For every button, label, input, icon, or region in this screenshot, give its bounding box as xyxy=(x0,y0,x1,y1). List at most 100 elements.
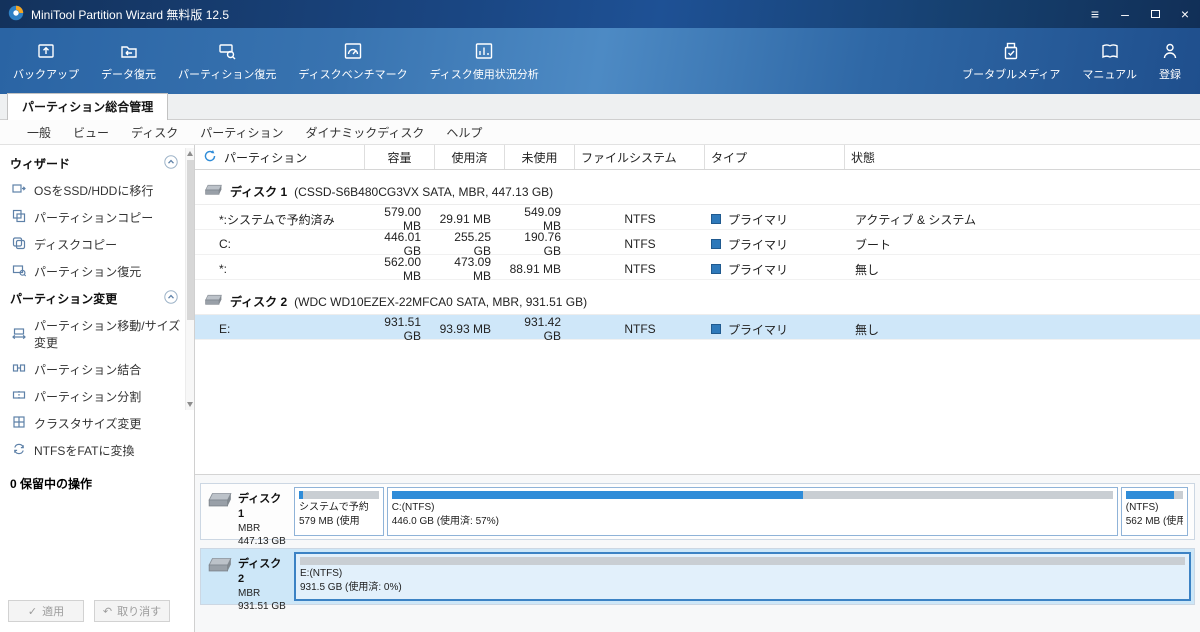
cell-filesystem: NTFS xyxy=(624,262,656,276)
refresh-icon[interactable] xyxy=(203,149,217,166)
menu-icon[interactable]: ≡ xyxy=(1080,0,1110,28)
toolbar-right-group: ブータブルメディア マニュアル 登録 xyxy=(951,28,1192,94)
sidebar: ウィザード OSをSSD/HDDに移行 パーティションコピー ディスクコピー パ… xyxy=(0,145,195,632)
partition-table: ディスク 1 (CSSD-S6B480CG3VX SATA, MBR, 447.… xyxy=(195,170,1200,474)
partition-row-unlabeled[interactable]: *: 562.00 MB 473.09 MB 88.91 MB NTFS プライ… xyxy=(195,255,1200,283)
toolbar-label: ディスクベンチマーク xyxy=(298,68,408,81)
sidebar-section-wizard[interactable]: ウィザード xyxy=(0,150,194,177)
partition-recovery-small-icon xyxy=(12,263,27,280)
tab-partition-management[interactable]: パーティション総合管理 xyxy=(7,93,169,120)
menu-partition[interactable]: パーティション xyxy=(189,124,294,141)
sidebar-item-partition-recovery[interactable]: パーティション復元 xyxy=(0,258,194,285)
sidebar-item-move-resize[interactable]: パーティション移動/サイズ変更 xyxy=(0,312,194,356)
cell-used: 473.09 MB xyxy=(454,255,491,283)
minimize-icon[interactable]: – xyxy=(1110,0,1140,28)
toolbar-backup-button[interactable]: バックアップ xyxy=(2,28,90,94)
convert-ntfs-fat-icon xyxy=(12,442,26,459)
cell-filesystem: NTFS xyxy=(624,212,656,226)
cell-status: 無し xyxy=(855,262,880,277)
cluster-size-icon xyxy=(12,415,26,432)
toolbar-label: パーティション復元 xyxy=(178,68,277,81)
cell-partition: E: xyxy=(219,322,231,336)
cell-unused: 88.91 MB xyxy=(509,262,561,276)
sidebar-item-label: パーティション復元 xyxy=(34,265,142,279)
titlebar: MiniTool Partition Wizard 無料版 12.5 ≡ – × xyxy=(0,0,1200,28)
toolbar-data-recovery-button[interactable]: データ復元 xyxy=(90,28,167,94)
cell-used: 255.25 GB xyxy=(454,230,491,258)
toolbar-bootable-media-button[interactable]: ブータブルメディア xyxy=(951,28,1071,94)
sidebar-item-migrate-os[interactable]: OSをSSD/HDDに移行 xyxy=(0,177,194,204)
toolbar-manual-button[interactable]: マニュアル xyxy=(1071,28,1148,94)
diskmap-disk-size: 931.51 GB xyxy=(238,601,286,613)
toolbar-disk-benchmark-button[interactable]: ディスクベンチマーク xyxy=(287,28,418,94)
sidebar-item-partition-copy[interactable]: パーティションコピー xyxy=(0,204,194,231)
disk-group-row-2[interactable]: ディスク 2 (WDC WD10EZEX-22MFCA0 SATA, MBR, … xyxy=(195,289,1200,315)
toolbar-label: 登録 xyxy=(1159,68,1181,81)
sidebar-section-partition-change[interactable]: パーティション変更 xyxy=(0,285,194,312)
column-label: パーティション xyxy=(224,150,308,165)
diskmap-segment-e[interactable]: E:(NTFS) 931.5 GB (使用済: 0%) xyxy=(294,552,1191,601)
sidebar-item-convert-ntfs-fat[interactable]: NTFSをFATに変換 xyxy=(0,437,194,464)
disk1-info[interactable]: ディスク 1 MBR 447.13 GB xyxy=(201,484,291,547)
cell-type: プライマリ xyxy=(705,236,845,253)
column-partition: パーティション xyxy=(195,145,365,169)
close-icon[interactable]: × xyxy=(1170,0,1200,28)
disk2-info[interactable]: ディスク 2 MBR 931.51 GB xyxy=(201,549,291,612)
disk-benchmark-icon xyxy=(342,41,364,61)
cell-unused: 190.76 GB xyxy=(524,230,561,258)
collapse-chevron-icon[interactable] xyxy=(164,155,178,172)
menu-disk[interactable]: ディスク xyxy=(120,124,189,141)
sidebar-scrollbar[interactable] xyxy=(185,148,194,410)
toolbar-disk-usage-button[interactable]: ディスク使用状況分析 xyxy=(419,28,550,94)
undo-button[interactable]: ↶ 取り消す xyxy=(94,600,170,622)
cell-used: 29.91 MB xyxy=(439,212,491,226)
column-used: 使用済 xyxy=(435,145,505,169)
partition-row-e[interactable]: E: 931.51 GB 93.93 MB 931.42 GB NTFS プライ… xyxy=(195,315,1200,343)
disk-info-text: (CSSD-S6B480CG3VX SATA, MBR, 447.13 GB) xyxy=(294,184,554,199)
toolbar-register-button[interactable]: 登録 xyxy=(1148,28,1192,94)
cell-partition: *: xyxy=(219,262,228,276)
sidebar-item-merge-partition[interactable]: パーティション結合 xyxy=(0,356,194,383)
scroll-up-arrow-icon[interactable] xyxy=(187,151,193,156)
scrollbar-thumb[interactable] xyxy=(187,160,194,320)
primary-type-swatch xyxy=(711,324,721,334)
toolbar-label: データ復元 xyxy=(101,68,156,81)
diskmap-segment-ntfs-562mb[interactable]: (NTFS) 562 MB (使用 xyxy=(1120,487,1188,536)
column-capacity: 容量 xyxy=(365,145,435,169)
sidebar-item-label: OSをSSD/HDDに移行 xyxy=(34,184,154,198)
sidebar-item-disk-copy[interactable]: ディスクコピー xyxy=(0,231,194,258)
column-filesystem: ファイルシステム xyxy=(575,145,705,169)
menu-general[interactable]: 一般 xyxy=(16,124,62,141)
apply-button[interactable]: ✓ 適用 xyxy=(8,600,84,622)
menu-view[interactable]: ビュー xyxy=(62,124,120,141)
cell-capacity: 931.51 GB xyxy=(384,315,421,343)
cell-status: アクティブ & システム xyxy=(855,212,976,227)
menu-help[interactable]: ヘルプ xyxy=(435,124,493,141)
partition-row-c[interactable]: C: 446.01 GB 255.25 GB 190.76 GB NTFS プラ… xyxy=(195,230,1200,258)
sidebar-item-cluster-size[interactable]: クラスタサイズ変更 xyxy=(0,410,194,437)
partition-row-system-reserved[interactable]: *:システムで予約済み 579.00 MB 29.91 MB 549.09 MB… xyxy=(195,205,1200,233)
disk-copy-icon xyxy=(12,236,26,253)
maximize-icon[interactable] xyxy=(1140,0,1170,28)
cell-filesystem: NTFS xyxy=(624,322,656,336)
undo-label: 取り消す xyxy=(117,606,162,618)
diskmap-segment-system-reserved[interactable]: システムで予約 579 MB (使用 xyxy=(294,487,384,536)
cell-capacity: 579.00 MB xyxy=(384,205,421,233)
disk-drive-icon xyxy=(207,557,233,604)
sidebar-item-split-partition[interactable]: パーティション分割 xyxy=(0,383,194,410)
sidebar-item-label: パーティション結合 xyxy=(34,363,142,377)
toolbar-partition-recovery-button[interactable]: パーティション復元 xyxy=(167,28,287,94)
collapse-chevron-icon[interactable] xyxy=(164,290,178,307)
split-partition-icon xyxy=(12,388,26,405)
menu-dynamic-disk[interactable]: ダイナミックディスク xyxy=(294,124,435,141)
disk-group-row-1[interactable]: ディスク 1 (CSSD-S6B480CG3VX SATA, MBR, 447.… xyxy=(195,179,1200,205)
undo-arrow-icon: ↶ xyxy=(102,605,113,618)
cell-used: 93.93 MB xyxy=(439,322,491,336)
window-controls: ≡ – × xyxy=(1080,0,1200,28)
scroll-down-arrow-icon[interactable] xyxy=(187,402,193,407)
cell-type: プライマリ xyxy=(705,261,845,278)
column-status: 状態 xyxy=(851,150,876,165)
diskmap-segment-c[interactable]: C:(NTFS) 446.0 GB (使用済: 57%) xyxy=(386,487,1118,536)
cell-partition: C: xyxy=(219,237,231,251)
disk-drive-icon xyxy=(204,294,223,309)
